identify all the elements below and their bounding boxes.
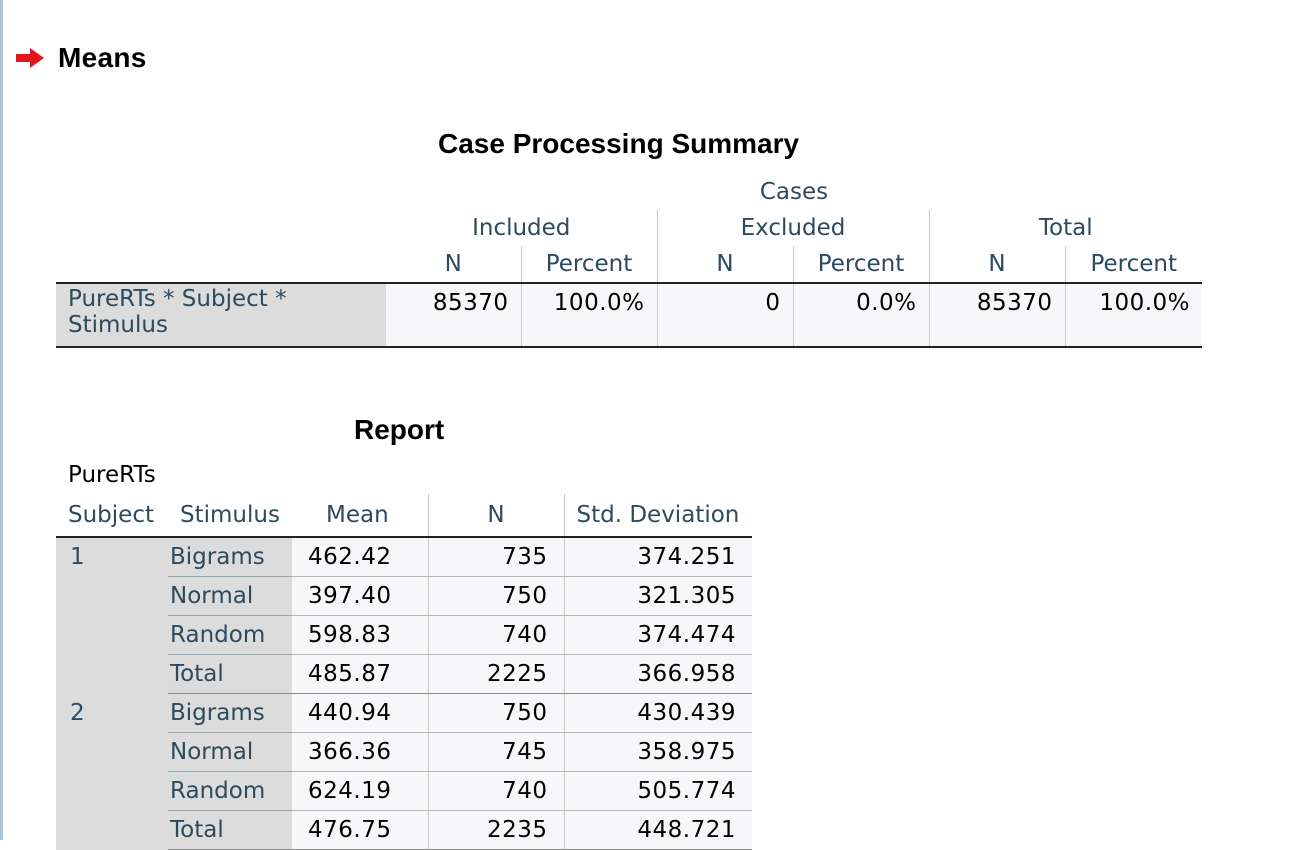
table-row: PureRTs * Subject * Stimulus 85370 100.0… (56, 283, 1203, 347)
mean-cell: 598.83 (292, 615, 428, 655)
n-cell: 2235 (427, 810, 564, 850)
n-cell: 750 (427, 693, 564, 733)
stimulus-cell: Random (168, 771, 292, 811)
stimulus-cell: Total (168, 654, 292, 694)
case-processing-summary-title[interactable]: Case Processing Summary (438, 128, 799, 160)
stimulus-cell: Normal (168, 732, 292, 772)
data-cell: 85370 (386, 283, 521, 347)
output-viewer-left-rule (0, 0, 3, 840)
column-header: N (444, 251, 462, 277)
sd-cell: 321.305 (563, 576, 752, 616)
stimulus-cell: Total (168, 810, 292, 850)
section-title: Means (58, 42, 147, 73)
report-variable-label: PureRTs (68, 462, 156, 488)
sd-cell: 374.474 (563, 615, 752, 655)
column-header: N (656, 246, 793, 283)
stimulus-label: Random (170, 622, 266, 648)
stimulus-label: Normal (170, 583, 254, 609)
mean-column-header: Mean (326, 502, 389, 528)
sd-cell: 430.439 (563, 693, 752, 733)
stimulus-cell: Bigrams (168, 537, 292, 577)
sd-cell: 374.251 (563, 537, 752, 577)
column-header: N (928, 246, 1065, 283)
n-cell: 2225 (427, 654, 564, 694)
mean-cell: 440.94 (292, 693, 428, 733)
data-cell: 85370 (928, 283, 1065, 347)
mean-cell: 476.75 (292, 810, 428, 850)
stimulus-cell: Normal (168, 576, 292, 616)
data-cell: 0 (656, 283, 793, 347)
mean-cell: 485.87 (292, 654, 428, 694)
n-column-header: N (427, 494, 564, 537)
subject-cell: 1 (56, 537, 168, 694)
stimulus-label: Bigrams (170, 544, 265, 570)
subject-cell: 2 (56, 693, 168, 850)
column-header: Percent (792, 246, 929, 283)
sd-cell: 505.774 (563, 771, 752, 811)
n-cell: 740 (427, 615, 564, 655)
stimulus-cell: Random (168, 615, 292, 655)
excluded-header: Excluded (656, 210, 929, 246)
cases-group-header: Cases (759, 179, 829, 205)
stimulus-label: Bigrams (170, 700, 265, 726)
table-row: 2 Bigrams 440.94 750 430.439 (56, 693, 752, 850)
included-header: Included (472, 215, 571, 241)
data-cell: 100.0% (1064, 283, 1203, 347)
stimulus-cell: Bigrams (168, 693, 292, 733)
sd-cell: 366.958 (563, 654, 752, 694)
n-cell: 735 (427, 537, 564, 577)
mean-cell: 397.40 (292, 576, 428, 616)
data-cell: 0.0% (792, 283, 929, 347)
column-header: Percent (520, 246, 657, 283)
report-table[interactable]: Subject Stimulus Mean N Std. Deviation 1… (56, 494, 752, 850)
column-header: Percent (1064, 246, 1203, 283)
mean-cell: 624.19 (292, 771, 428, 811)
stimulus-label: Normal (170, 739, 254, 765)
subject-column-header: Subject (68, 502, 154, 528)
stimulus-column-header: Stimulus (180, 502, 280, 528)
total-header: Total (928, 210, 1203, 246)
n-cell: 740 (427, 771, 564, 811)
means-section-heading[interactable]: Means (14, 38, 147, 78)
std-deviation-column-header: Std. Deviation (563, 494, 752, 537)
row-label: PureRTs * Subject * Stimulus (56, 283, 386, 347)
case-processing-summary-table[interactable]: Cases Included Excluded Total N Percent … (56, 174, 1203, 348)
mean-cell: 462.42 (292, 537, 428, 577)
data-cell: 100.0% (520, 283, 657, 347)
sd-cell: 448.721 (563, 810, 752, 850)
n-cell: 750 (427, 576, 564, 616)
stimulus-label: Total (170, 817, 224, 843)
report-title[interactable]: Report (354, 414, 444, 446)
red-arrow-icon (16, 48, 44, 68)
stimulus-label: Total (170, 661, 224, 687)
table-row: 1 Bigrams 462.42 735 374.251 (56, 537, 752, 694)
n-cell: 745 (427, 732, 564, 772)
mean-cell: 366.36 (292, 732, 428, 772)
sd-cell: 358.975 (563, 732, 752, 772)
stimulus-label: Random (170, 778, 266, 804)
